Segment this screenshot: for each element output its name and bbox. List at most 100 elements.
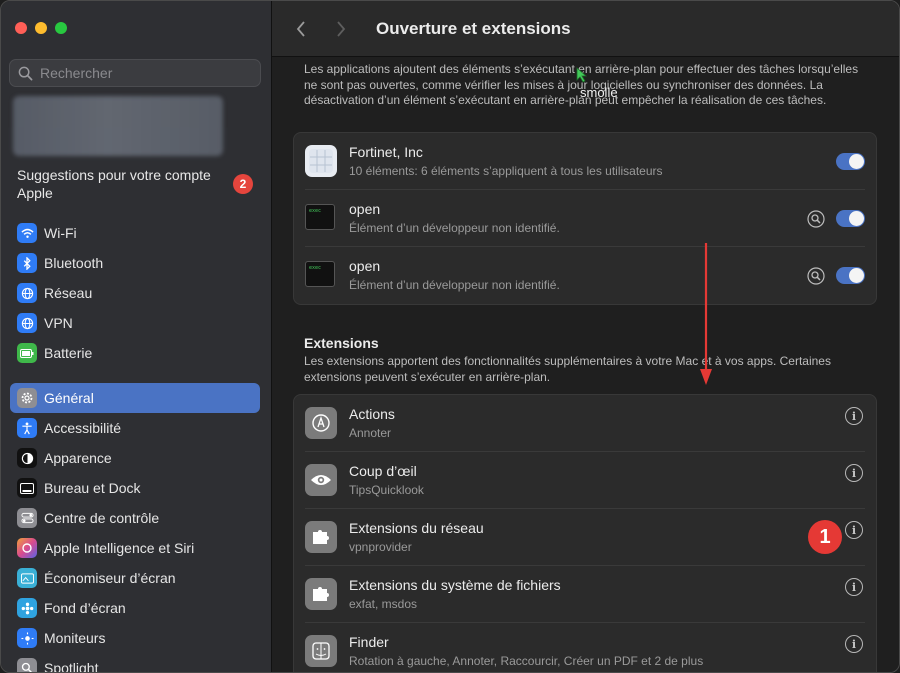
list-item[interactable]: Extensions du système de fichiers exfat,… bbox=[305, 566, 865, 623]
sidebar-item-accessibility[interactable]: Accessibilité bbox=[10, 413, 260, 443]
actions-icon bbox=[305, 407, 337, 439]
sidebar-item-network[interactable]: Réseau bbox=[10, 278, 260, 308]
item-subtitle: Élément d’un développeur non identifié. bbox=[349, 278, 560, 292]
item-subtitle: TipsQuicklook bbox=[349, 483, 424, 497]
list-item: Fortinet, Inc 10 éléments: 6 éléments s’… bbox=[305, 133, 865, 190]
sidebar-item-apple-intelligence-siri[interactable]: Apple Intelligence et Siri bbox=[10, 533, 260, 563]
list-item[interactable]: Extensions du réseau vpnprovider i bbox=[305, 509, 865, 566]
sidebar-item-control-center[interactable]: Centre de contrôle bbox=[10, 503, 260, 533]
traffic-lights bbox=[15, 22, 67, 34]
sidebar-item-label: Fond d’écran bbox=[44, 600, 126, 616]
magnifier-inspect-icon[interactable] bbox=[807, 267, 825, 285]
sidebar-item-label: Accessibilité bbox=[44, 420, 122, 436]
zoom-window-button[interactable] bbox=[55, 22, 67, 34]
settings-window: Suggestions pour votre compte Apple 2 Wi… bbox=[0, 0, 900, 673]
sidebar-group-network: Wi-Fi Bluetooth Réseau VPN Batterie bbox=[10, 218, 260, 368]
sidebar-item-screensaver[interactable]: Économiseur d’écran bbox=[10, 563, 260, 593]
spotlight-icon bbox=[17, 658, 37, 672]
item-title: open bbox=[349, 201, 381, 217]
sidebar-item-battery[interactable]: Batterie bbox=[10, 338, 260, 368]
sidebar-item-label: Moniteurs bbox=[44, 630, 106, 646]
screensaver-icon bbox=[17, 568, 37, 588]
info-icon[interactable]: i bbox=[845, 464, 863, 482]
magnifier-inspect-icon[interactable] bbox=[807, 210, 825, 228]
list-item: exec open Élément d’un développeur non i… bbox=[305, 247, 865, 304]
list-item: exec open Élément d’un développeur non i… bbox=[305, 190, 865, 247]
annotation-step-badge: 1 bbox=[808, 520, 842, 554]
sidebar-item-desktop-dock[interactable]: Bureau et Dock bbox=[10, 473, 260, 503]
item-title: Actions bbox=[349, 406, 395, 422]
open-item-toggle[interactable] bbox=[836, 210, 865, 227]
globe-icon bbox=[17, 283, 37, 303]
list-item[interactable]: Coup d’œil TipsQuicklook i bbox=[305, 452, 865, 509]
appearance-icon bbox=[17, 448, 37, 468]
item-title: Fortinet, Inc bbox=[349, 144, 423, 160]
apple-account-suggestion[interactable]: Suggestions pour votre compte Apple bbox=[17, 166, 217, 202]
chevron-right-icon bbox=[337, 20, 346, 37]
accessibility-icon bbox=[17, 418, 37, 438]
minimize-window-button[interactable] bbox=[35, 22, 47, 34]
sidebar-item-general[interactable]: Général bbox=[10, 383, 260, 413]
control-center-icon bbox=[17, 508, 37, 528]
sidebar: Suggestions pour votre compte Apple 2 Wi… bbox=[1, 1, 272, 673]
suggestion-count-badge: 2 bbox=[233, 174, 253, 194]
sidebar-item-appearance[interactable]: Apparence bbox=[10, 443, 260, 473]
puzzle-piece-icon bbox=[305, 578, 337, 610]
info-icon[interactable]: i bbox=[845, 407, 863, 425]
page-title: Ouverture et extensions bbox=[376, 18, 571, 38]
terminal-icon: exec bbox=[305, 204, 335, 230]
display-icon bbox=[17, 628, 37, 648]
annotation-arrow-down-icon bbox=[700, 243, 712, 385]
toolbar: Ouverture et extensions bbox=[272, 1, 899, 57]
sidebar-item-label: Spotlight bbox=[44, 660, 99, 673]
mouse-cursor-icon bbox=[576, 67, 588, 83]
close-window-button[interactable] bbox=[15, 22, 27, 34]
sidebar-item-label: Wi-Fi bbox=[44, 225, 77, 241]
sidebar-item-bluetooth[interactable]: Bluetooth bbox=[10, 248, 260, 278]
list-item[interactable]: Actions Annoter i bbox=[305, 395, 865, 452]
fortinet-toggle[interactable] bbox=[836, 153, 865, 170]
gear-icon bbox=[17, 388, 37, 408]
sidebar-item-displays[interactable]: Moniteurs bbox=[10, 623, 260, 653]
sidebar-item-label: Apple Intelligence et Siri bbox=[44, 540, 195, 556]
cursor-tooltip: smolle bbox=[580, 85, 618, 100]
terminal-icon: exec bbox=[305, 261, 335, 287]
item-subtitle: Annoter bbox=[349, 426, 392, 440]
sidebar-item-label: Économiseur d’écran bbox=[44, 570, 176, 586]
puzzle-piece-icon bbox=[305, 521, 337, 553]
search-icon bbox=[18, 66, 33, 80]
sidebar-item-label: Apparence bbox=[44, 450, 112, 466]
finder-icon bbox=[305, 635, 337, 667]
battery-icon bbox=[17, 343, 37, 363]
forward-button[interactable] bbox=[326, 14, 356, 44]
item-subtitle: 10 éléments: 6 éléments s’appliquent à t… bbox=[349, 164, 663, 178]
extensions-description: Les extensions apportent des fonctionnal… bbox=[304, 354, 831, 384]
sidebar-item-wallpaper[interactable]: Fond d’écran bbox=[10, 593, 260, 623]
chevron-left-icon bbox=[296, 20, 305, 37]
sidebar-item-spotlight[interactable]: Spotlight bbox=[10, 653, 260, 673]
item-title: open bbox=[349, 258, 381, 274]
item-title: Coup d’œil bbox=[349, 463, 417, 479]
info-icon[interactable]: i bbox=[845, 521, 863, 539]
item-title: Finder bbox=[349, 634, 389, 650]
sidebar-item-wifi[interactable]: Wi-Fi bbox=[10, 218, 260, 248]
account-header-blurred[interactable] bbox=[13, 96, 223, 156]
bluetooth-icon bbox=[17, 253, 37, 273]
eye-icon bbox=[305, 464, 337, 496]
dock-icon bbox=[17, 478, 37, 498]
info-icon[interactable]: i bbox=[845, 635, 863, 653]
extensions-heading: Extensions bbox=[304, 335, 379, 351]
sidebar-item-vpn[interactable]: VPN bbox=[10, 308, 260, 338]
sidebar-item-label: Bureau et Dock bbox=[44, 480, 141, 496]
settings-content: Les applications ajoutent des éléments s… bbox=[272, 58, 899, 672]
search-input[interactable] bbox=[40, 65, 250, 81]
search-field[interactable] bbox=[9, 59, 261, 87]
info-icon[interactable]: i bbox=[845, 578, 863, 596]
wifi-icon bbox=[17, 223, 37, 243]
back-button[interactable] bbox=[286, 14, 316, 44]
open-item-toggle[interactable] bbox=[836, 267, 865, 284]
siri-icon bbox=[17, 538, 37, 558]
item-subtitle: Élément d’un développeur non identifié. bbox=[349, 221, 560, 235]
list-item[interactable]: Finder Rotation à gauche, Annoter, Racco… bbox=[305, 623, 865, 672]
sidebar-group-system: Général Accessibilité Apparence Bureau e… bbox=[10, 383, 260, 673]
